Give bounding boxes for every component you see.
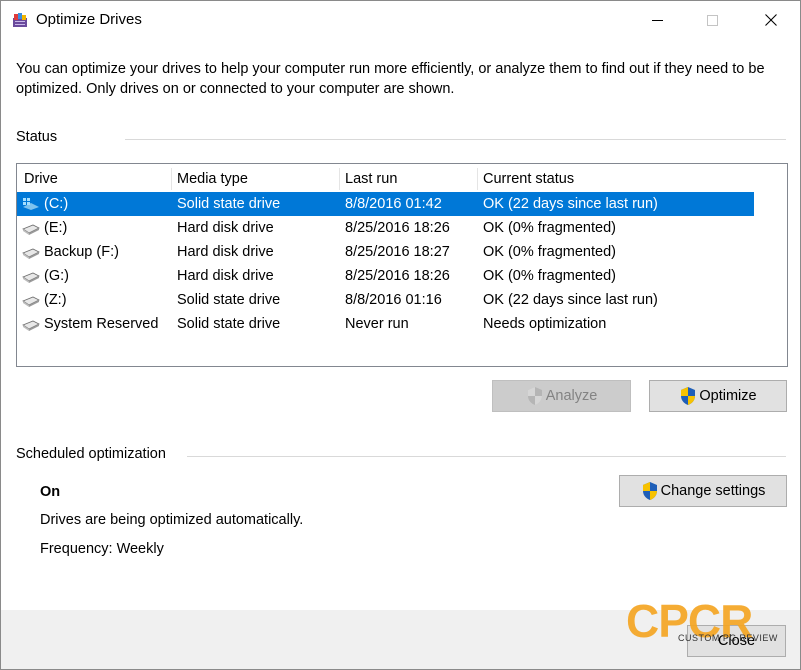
schedule-description: Drives are being optimized automatically… — [40, 512, 304, 528]
drive-icon — [22, 320, 40, 331]
drive-name: (E:) — [44, 220, 68, 236]
schedule-frequency: Frequency: Weekly — [40, 541, 164, 557]
defrag-app-icon — [13, 13, 27, 27]
drive-icon — [22, 272, 40, 283]
status-divider — [125, 139, 786, 140]
media-type: Hard disk drive — [177, 220, 274, 236]
watermark-subtitle: CUSTOM PC REVIEW — [678, 633, 778, 643]
title-bar[interactable]: Optimize Drives — [1, 1, 800, 39]
last-run: 8/25/2016 18:27 — [345, 244, 450, 260]
column-header-current-status[interactable]: Current status — [476, 164, 754, 192]
column-header-drive[interactable]: Drive — [17, 164, 171, 192]
optimize-drives-window: Optimize Drives You can optimize your dr… — [0, 0, 801, 670]
last-run: 8/25/2016 18:26 — [345, 268, 450, 284]
description-text: You can optimize your drives to help you… — [16, 61, 765, 97]
analyze-button[interactable]: Analyze — [492, 380, 631, 412]
scheduled-divider — [187, 456, 786, 457]
window-title: Optimize Drives — [36, 11, 142, 28]
drive-row-c[interactable]: (C:) Solid state drive 8/8/2016 01:42 OK… — [17, 192, 754, 216]
drive-icon — [22, 224, 40, 235]
uac-shield-icon — [681, 387, 696, 405]
drive-row-f[interactable]: Backup (F:) Hard disk drive 8/25/2016 18… — [17, 240, 754, 264]
last-run: 8/25/2016 18:26 — [345, 220, 450, 236]
change-settings-button[interactable]: Change settings — [619, 475, 787, 507]
drive-list-header: Drive Media type Last run Current status — [17, 164, 787, 192]
optimize-button[interactable]: Optimize — [649, 380, 787, 412]
last-run: 8/8/2016 01:16 — [345, 292, 442, 308]
current-status: OK (22 days since last run) — [483, 292, 658, 308]
uac-shield-icon — [527, 387, 542, 405]
drive-name: (C:) — [44, 196, 69, 212]
scheduled-optimization-label: Scheduled optimization — [16, 446, 166, 462]
drive-name: Backup (F:) — [44, 244, 119, 260]
last-run: 8/8/2016 01:42 — [345, 196, 442, 212]
column-header-media-type[interactable]: Media type — [170, 164, 338, 192]
drive-row-g[interactable]: (G:) Hard disk drive 8/25/2016 18:26 OK … — [17, 264, 754, 288]
current-status: OK (0% fragmented) — [483, 244, 616, 260]
maximize-button[interactable] — [689, 1, 735, 39]
drive-list[interactable]: Drive Media type Last run Current status… — [16, 163, 788, 367]
current-status: OK (22 days since last run) — [483, 196, 658, 212]
current-status: OK (0% fragmented) — [483, 268, 616, 284]
uac-shield-icon — [642, 482, 657, 500]
drive-row-e[interactable]: (E:) Hard disk drive 8/25/2016 18:26 OK … — [17, 216, 754, 240]
drive-icon — [22, 296, 40, 307]
current-status: OK (0% fragmented) — [483, 220, 616, 236]
media-type: Solid state drive — [177, 292, 281, 308]
minimize-button[interactable] — [634, 1, 680, 39]
analyze-label: Analyze — [545, 388, 598, 404]
drive-row-system-reserved[interactable]: System Reserved Solid state drive Never … — [17, 312, 754, 336]
status-label: Status — [16, 129, 58, 145]
maximize-icon — [706, 14, 718, 26]
media-type: Hard disk drive — [177, 244, 274, 260]
media-type: Solid state drive — [177, 316, 281, 332]
drive-name: System Reserved — [44, 316, 159, 332]
close-window-button[interactable] — [748, 1, 794, 39]
schedule-state: On — [40, 484, 61, 500]
windows-drive-icon — [23, 198, 39, 210]
drive-icon — [22, 248, 40, 259]
column-header-last-run[interactable]: Last run — [338, 164, 476, 192]
change-settings-label: Change settings — [660, 483, 766, 499]
media-type: Solid state drive — [177, 196, 281, 212]
drive-name: (Z:) — [44, 292, 67, 308]
close-icon — [765, 14, 777, 26]
drive-name: (G:) — [44, 268, 69, 284]
drive-row-z[interactable]: (Z:) Solid state drive 8/8/2016 01:16 OK… — [17, 288, 754, 312]
last-run: Never run — [345, 316, 409, 332]
media-type: Hard disk drive — [177, 268, 274, 284]
current-status: Needs optimization — [483, 316, 607, 332]
minimize-icon — [651, 19, 663, 21]
optimize-label: Optimize — [699, 388, 757, 404]
